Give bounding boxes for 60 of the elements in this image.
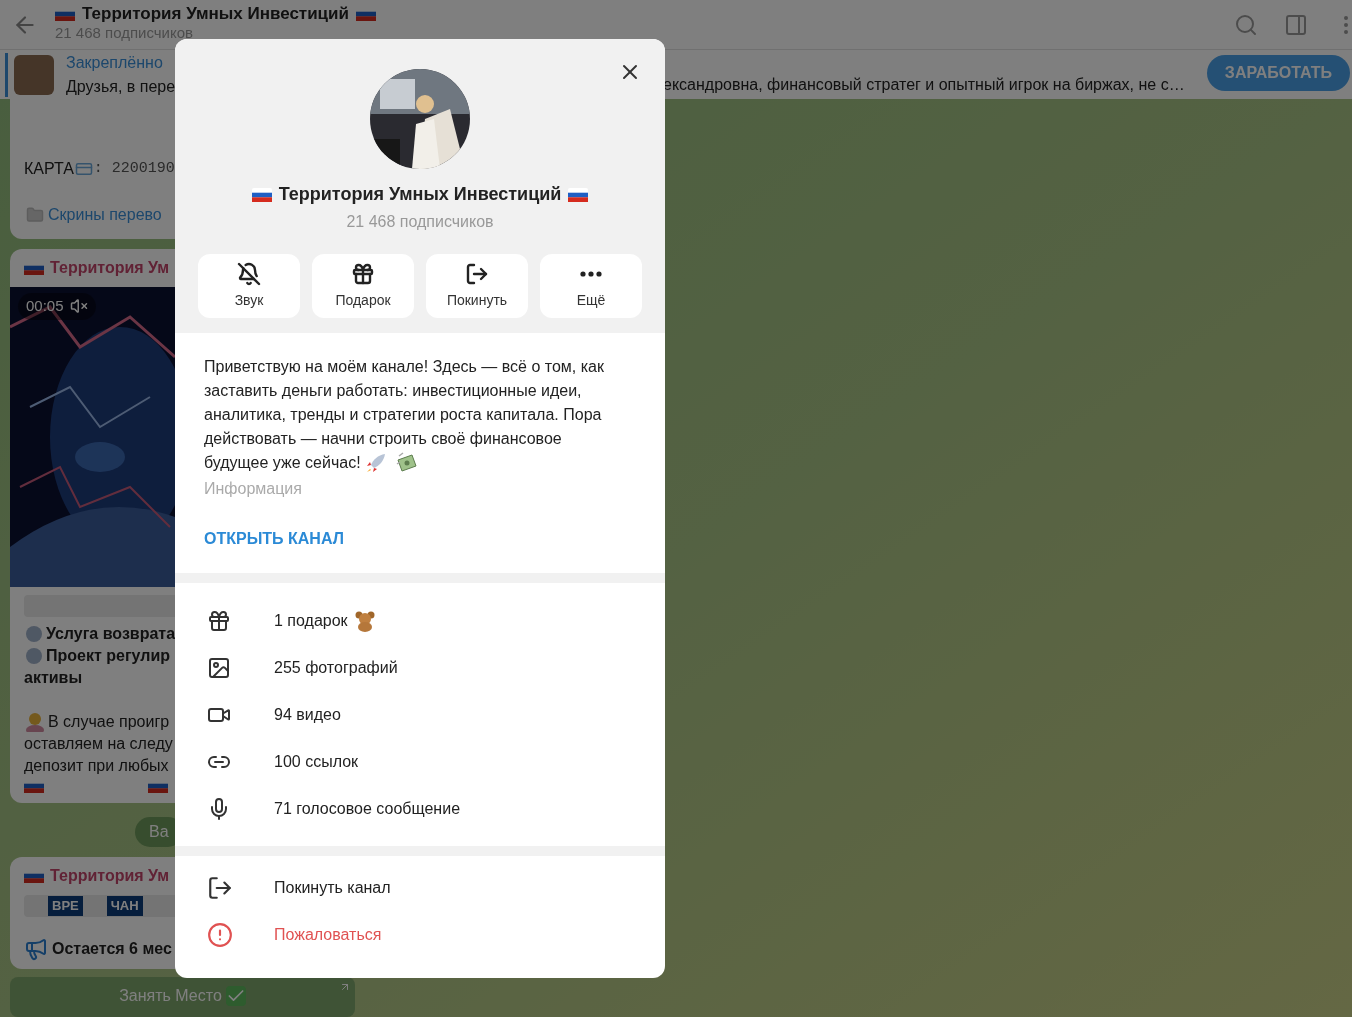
muted-icon bbox=[69, 297, 88, 316]
channel-title: Территория Умных Инвестиций bbox=[82, 4, 349, 24]
open-channel-link[interactable]: ОТКРЫТЬ КАНАЛ bbox=[204, 527, 344, 551]
message-text: В случае проигр bbox=[48, 712, 170, 732]
gift-icon bbox=[351, 261, 375, 286]
description-line: будущее уже сейчас! bbox=[204, 453, 361, 473]
description-line: Приветствую на моём канале! Здесь — всё о том, как bbox=[204, 357, 604, 377]
strip-tag: ВРЕ bbox=[48, 896, 83, 916]
pinned-label: Закреплённо bbox=[66, 52, 164, 73]
exit-icon bbox=[465, 261, 489, 286]
card-number: : 2200190 bbox=[93, 158, 175, 179]
alert-icon bbox=[207, 921, 233, 948]
exit-icon bbox=[207, 874, 233, 901]
action-button[interactable]: Подарок bbox=[312, 254, 414, 318]
side-panel-icon[interactable] bbox=[1284, 12, 1308, 37]
video-duration: 00:05 bbox=[26, 296, 64, 316]
message-text: Услуга возврата bbox=[46, 624, 176, 644]
report-row[interactable]: Пожаловаться bbox=[175, 911, 665, 958]
message-text: оставляем на следу bbox=[24, 734, 173, 754]
rocket-icon bbox=[364, 452, 387, 474]
channel-title: Территория Умных Инвестиций bbox=[278, 183, 562, 206]
megaphone-icon bbox=[24, 937, 48, 961]
media-row[interactable]: 255 фотографий bbox=[175, 644, 665, 691]
person-icon bbox=[24, 712, 46, 732]
search-icon[interactable] bbox=[1234, 12, 1258, 37]
info-label: Информация bbox=[204, 479, 303, 499]
message-text: депозит при любых bbox=[24, 756, 169, 776]
subscriber-count: 21 468 подписчиков bbox=[346, 212, 494, 232]
description-line: действовать — начни строить своё финансовое bbox=[204, 429, 562, 449]
pinned-text: ександровна, финансовый стратег и опытный игрок на биржах, не с… bbox=[663, 74, 1185, 95]
pinned-thumbnail bbox=[14, 54, 54, 95]
image-icon bbox=[207, 655, 231, 680]
action-button[interactable]: Звук bbox=[198, 254, 300, 318]
card-icon bbox=[73, 160, 94, 178]
media-row[interactable]: 100 ссылок bbox=[175, 738, 665, 785]
sender-name: Территория Ум bbox=[50, 258, 170, 278]
teddy-bear-icon bbox=[353, 609, 376, 632]
pinned-text: Друзья, в пере bbox=[66, 76, 175, 97]
external-arrow-icon bbox=[339, 981, 351, 993]
message-text: Проект регулир bbox=[46, 646, 171, 666]
leave-channel-row[interactable]: Покинуть канал bbox=[175, 864, 665, 911]
folder-icon bbox=[24, 206, 46, 224]
message-text: активы bbox=[24, 668, 83, 688]
gift-icon bbox=[207, 608, 231, 633]
media-row[interactable]: 1 подарок bbox=[175, 597, 665, 644]
check-icon bbox=[225, 986, 246, 1006]
action-button[interactable]: Покинуть bbox=[426, 254, 528, 318]
more-icon bbox=[580, 270, 602, 277]
money-icon bbox=[394, 452, 419, 474]
action-button[interactable]: Ещё bbox=[540, 254, 642, 318]
media-row[interactable]: 94 видео bbox=[175, 691, 665, 738]
bell-off-icon bbox=[237, 261, 261, 286]
description-line: аналитика, тренды и стратегии роста капитала. Пора bbox=[204, 405, 602, 425]
flag-icon bbox=[251, 187, 272, 202]
message-text: Остается 6 мес bbox=[52, 939, 172, 959]
description-line: заставить деньги работать: инвестиционные идеи, bbox=[204, 381, 582, 401]
sender-name: Территория Ум bbox=[50, 866, 170, 886]
strip-tag: ЧАН bbox=[106, 896, 143, 916]
flag-icon bbox=[568, 187, 589, 202]
card-label: КАРТА bbox=[24, 159, 74, 179]
